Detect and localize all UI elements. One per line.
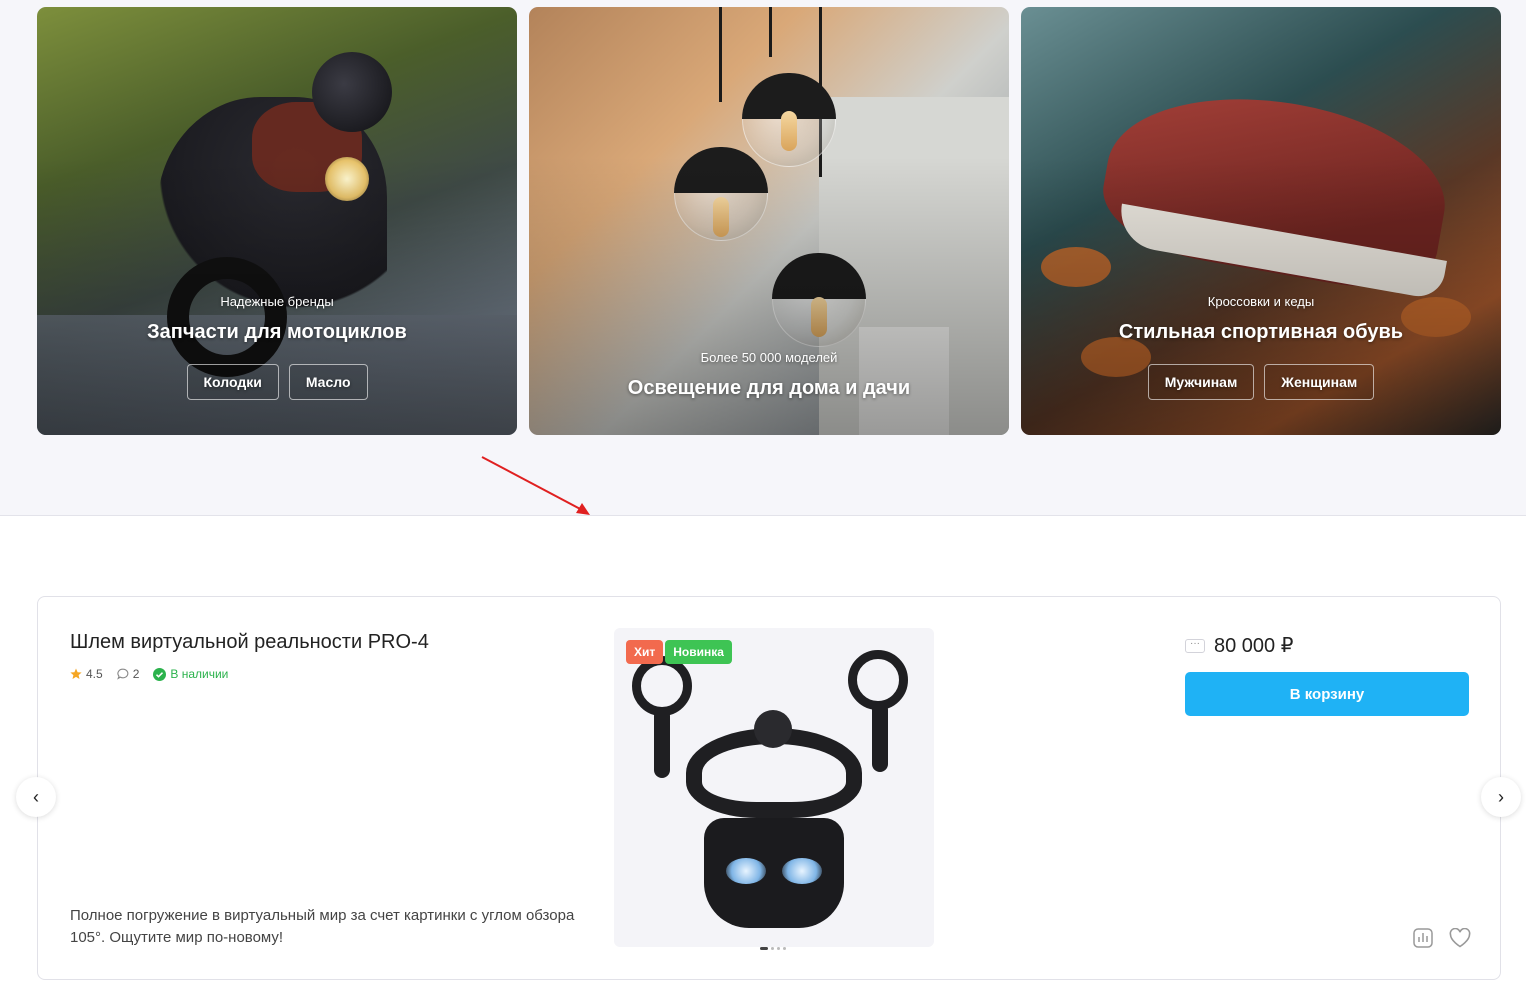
vr-controller-left xyxy=(632,656,692,716)
image-pagination xyxy=(760,947,786,950)
price-row: ··· 80 000 ₽ xyxy=(1185,633,1293,658)
banner-title: Стильная спортивная обувь xyxy=(1118,321,1404,343)
pagination-dot[interactable] xyxy=(783,947,786,950)
carousel-next-button[interactable]: › xyxy=(1481,777,1521,817)
product-image[interactable]: Хит Новинка xyxy=(614,628,934,947)
rating-value: 4.5 xyxy=(86,667,103,681)
compare-icon[interactable] xyxy=(1413,928,1433,948)
add-to-cart-button[interactable]: В корзину xyxy=(1185,672,1469,716)
banner-chips: Колодки Масло xyxy=(37,364,517,400)
rating: 4.5 xyxy=(70,667,103,681)
vr-controller-handle xyxy=(654,708,670,778)
badge-new: Новинка xyxy=(665,640,732,664)
chip-brake-pads[interactable]: Колодки xyxy=(186,364,279,400)
promo-banners-section: Надежные бренды Запчасти для мотоциклов … xyxy=(0,0,1526,516)
vr-controller-right xyxy=(848,650,908,710)
heart-icon[interactable] xyxy=(1449,928,1471,948)
banner-subtitle: Более 50 000 моделей xyxy=(700,350,838,365)
product-card: Шлем виртуальной реальности PRO-4 4.5 2 … xyxy=(37,596,1501,980)
product-badges: Хит Новинка xyxy=(626,640,732,664)
banner-title: Освещение для дома и дачи xyxy=(627,377,911,399)
annotation-arrow-icon xyxy=(481,456,590,515)
comment-icon xyxy=(116,668,129,680)
banner-chips: Мужчинам Женщинам xyxy=(1021,364,1501,400)
reviews-count: 2 xyxy=(132,667,140,681)
pagination-dot[interactable] xyxy=(777,947,780,950)
banner-lighting[interactable]: Более 50 000 моделей Освещение для дома … xyxy=(529,7,1009,435)
badge-hit: Хит xyxy=(626,640,664,664)
product-description: Полное погружение в виртуальный мир за с… xyxy=(70,907,575,946)
chip-oil[interactable]: Масло xyxy=(288,364,368,400)
banner-subtitle: Кроссовки и кеды xyxy=(1207,294,1315,309)
vr-controller-handle xyxy=(872,702,888,772)
stock-status: В наличии xyxy=(153,667,228,681)
banner-text: Надежные бренды Запчасти для мотоциклов … xyxy=(37,294,517,400)
product-price: 80 000 ₽ xyxy=(1214,635,1294,657)
vr-lens xyxy=(726,858,766,884)
carousel-prev-button[interactable]: ‹ xyxy=(16,777,56,817)
vr-headset-knob xyxy=(754,710,792,748)
chip-women[interactable]: Женщинам xyxy=(1264,364,1375,400)
banner-text: Кроссовки и кеды Стильная спортивная обу… xyxy=(1021,294,1501,400)
banner-subtitle: Надежные бренды xyxy=(220,294,334,309)
check-circle-icon xyxy=(153,667,167,681)
chip-men[interactable]: Мужчинам xyxy=(1147,364,1255,400)
product-meta: 4.5 2 В наличии xyxy=(70,667,228,681)
banner-sport-shoes[interactable]: Кроссовки и кеды Стильная спортивная обу… xyxy=(1021,7,1501,435)
banner-text: Более 50 000 моделей Освещение для дома … xyxy=(529,350,1009,400)
vr-lens xyxy=(782,858,822,884)
stock-label: В наличии xyxy=(170,667,229,681)
pagination-dot[interactable] xyxy=(771,947,774,950)
vr-headset-body xyxy=(704,818,844,928)
reviews[interactable]: 2 xyxy=(116,667,140,681)
star-icon xyxy=(70,668,82,679)
product-title[interactable]: Шлем виртуальной реальности PRO-4 xyxy=(70,631,429,654)
pagination-dot[interactable] xyxy=(760,947,768,950)
banner-title: Запчасти для мотоциклов xyxy=(147,321,407,343)
more-options-icon[interactable]: ··· xyxy=(1185,638,1205,653)
banner-moto-parts[interactable]: Надежные бренды Запчасти для мотоциклов … xyxy=(37,7,517,435)
